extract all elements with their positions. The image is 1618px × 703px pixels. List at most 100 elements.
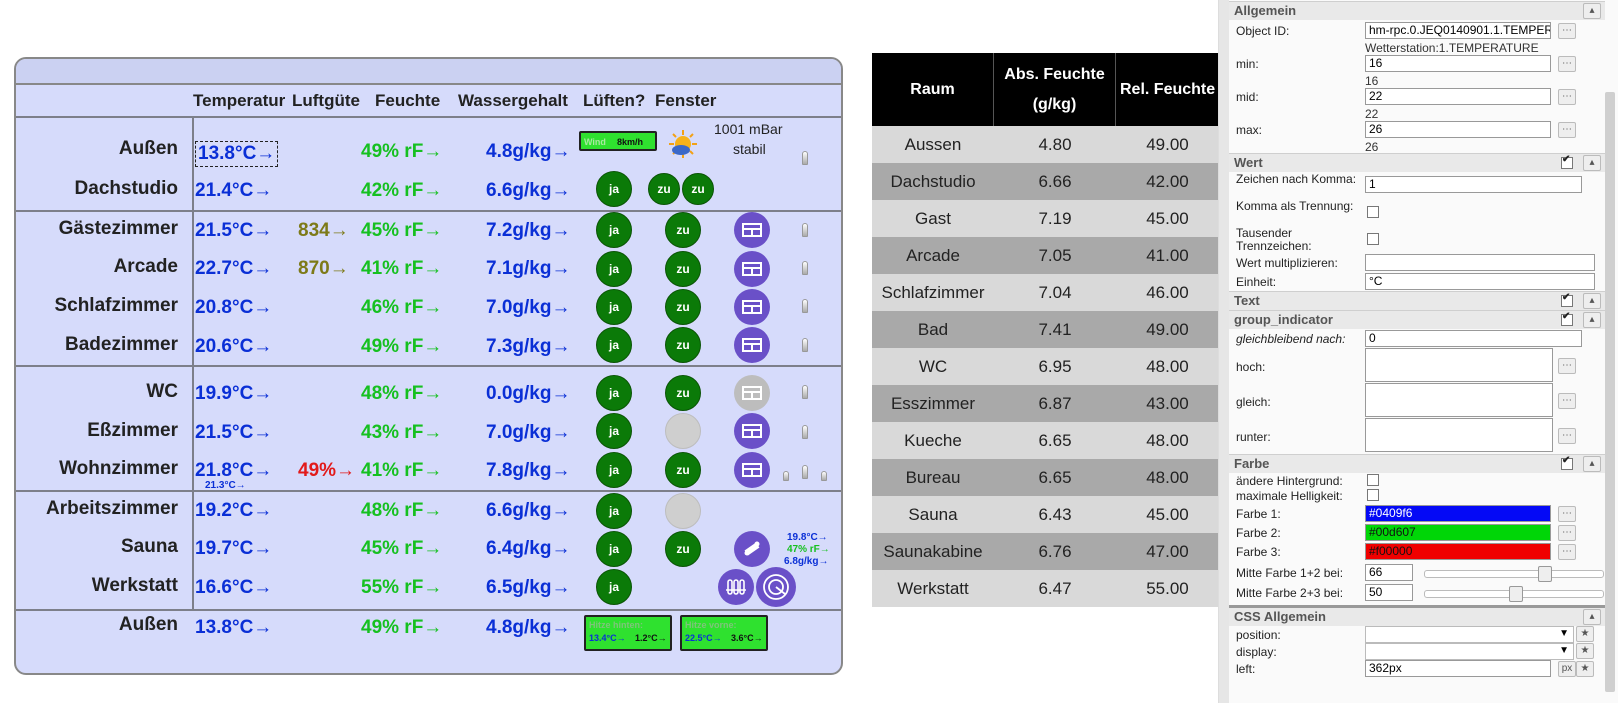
select-object-button[interactable]: ⋯ xyxy=(1558,23,1576,39)
gauge-icon[interactable] xyxy=(756,567,796,607)
pressure-value: 1001 mBar xyxy=(714,121,783,137)
lamp-icon[interactable] xyxy=(802,465,808,479)
select-button[interactable]: ⋯ xyxy=(1558,56,1576,72)
room-temperature[interactable]: 13.8°C→ xyxy=(195,141,279,167)
sauna-sensor-icon[interactable] xyxy=(734,531,770,567)
position-select[interactable]: ▼ xyxy=(1365,626,1574,643)
max-brightness-checkbox[interactable] xyxy=(1367,489,1379,501)
mid-input[interactable]: 22 xyxy=(1365,88,1551,105)
object-id-input[interactable]: hm-rpc.0.JEQ0140901.1.TEMPERATURE xyxy=(1365,22,1551,39)
table-header-room: Raum xyxy=(872,53,994,126)
room-water-content: 7.8g/kg→ xyxy=(486,460,571,481)
color2-input[interactable]: #00d607 xyxy=(1365,524,1551,541)
section-text[interactable]: Text ▴ xyxy=(1229,291,1605,310)
window-icon[interactable] xyxy=(734,375,770,411)
table-row: Gast 7.19 45.00 xyxy=(872,200,1219,237)
window-icon[interactable] xyxy=(734,413,770,449)
select-button[interactable]: ⋯ xyxy=(1558,428,1576,444)
window-icon[interactable] xyxy=(734,212,770,248)
section-allgemein[interactable]: Allgemein ▴ xyxy=(1229,1,1605,20)
table-row: WC 6.95 48.00 xyxy=(872,348,1219,385)
collapse-icon[interactable]: ▴ xyxy=(1583,312,1601,328)
window-state-indicator: zu xyxy=(665,289,701,325)
left-label: left: xyxy=(1236,662,1256,676)
unit-toggle-button[interactable]: px xyxy=(1558,661,1576,677)
star-icon[interactable]: ★ xyxy=(1576,661,1594,677)
slider-handle[interactable] xyxy=(1538,566,1552,582)
multiply-input[interactable] xyxy=(1365,254,1595,271)
ventilate-indicator: ja xyxy=(596,531,632,567)
lamp-icon[interactable] xyxy=(821,471,827,481)
left-input[interactable]: 362px xyxy=(1365,660,1551,677)
lamp-icon[interactable] xyxy=(783,471,789,481)
window-state-indicator: zu xyxy=(682,173,714,205)
decimals-input[interactable]: 1 xyxy=(1365,176,1582,193)
max-input[interactable]: 26 xyxy=(1365,121,1551,138)
cell-abs-humidity: 6.95 xyxy=(1038,357,1072,376)
window-state-indicator: zu xyxy=(665,452,701,488)
thousands-checkbox[interactable] xyxy=(1367,233,1379,245)
ventilate-indicator: ja xyxy=(596,375,632,411)
collapse-icon[interactable]: ▴ xyxy=(1583,3,1601,19)
select-button[interactable]: ⋯ xyxy=(1558,122,1576,138)
table-row: Werkstatt 6.47 55.00 xyxy=(872,570,1219,607)
down-textarea[interactable] xyxy=(1365,418,1553,452)
section-farbe[interactable]: Farbe ▴ xyxy=(1229,454,1605,473)
section-enabled-checkbox[interactable] xyxy=(1561,154,1573,169)
select-button[interactable]: ⋯ xyxy=(1558,358,1576,374)
section-wert[interactable]: Wert ▴ xyxy=(1229,153,1605,172)
color-picker-button[interactable]: ⋯ xyxy=(1558,544,1576,560)
change-bg-checkbox[interactable] xyxy=(1367,474,1379,486)
min-input[interactable]: 16 xyxy=(1365,55,1551,72)
slider-handle[interactable] xyxy=(1509,586,1523,602)
color-picker-button[interactable]: ⋯ xyxy=(1558,525,1576,541)
lamp-icon[interactable] xyxy=(802,261,808,275)
window-icon[interactable] xyxy=(734,251,770,287)
collapse-icon[interactable]: ▴ xyxy=(1583,293,1601,309)
min-sub: 16 xyxy=(1365,74,1379,88)
section-group-indicator[interactable]: group_indicator ▴ xyxy=(1229,310,1605,329)
comma-checkbox[interactable] xyxy=(1367,206,1379,218)
ventilate-indicator: ja xyxy=(596,413,632,449)
color1-input[interactable]: #0409f6 xyxy=(1365,505,1551,522)
mid12-slider[interactable] xyxy=(1424,566,1604,582)
up-textarea[interactable] xyxy=(1365,348,1553,382)
section-enabled-checkbox[interactable] xyxy=(1561,311,1573,326)
window-icon[interactable] xyxy=(734,327,770,363)
display-select[interactable]: ▼ xyxy=(1365,643,1574,660)
section-enabled-checkbox[interactable] xyxy=(1561,455,1573,470)
collapse-icon[interactable]: ▴ xyxy=(1583,456,1601,472)
star-icon[interactable]: ★ xyxy=(1576,626,1594,642)
scrollbar[interactable] xyxy=(1605,92,1615,692)
lamp-icon[interactable] xyxy=(802,299,808,313)
star-icon[interactable]: ★ xyxy=(1576,643,1594,659)
color1-label: Farbe 1: xyxy=(1236,507,1281,521)
header-ventilate: Lüften? xyxy=(583,91,646,110)
collapse-icon[interactable]: ▴ xyxy=(1583,609,1601,625)
radiator-icon[interactable] xyxy=(718,569,754,605)
section-css[interactable]: CSS Allgemein ▴ xyxy=(1229,605,1605,626)
unit-input[interactable]: °C xyxy=(1365,273,1595,290)
lamp-icon[interactable] xyxy=(802,151,808,165)
cell-rel-humidity: 45.00 xyxy=(1146,505,1189,524)
color-picker-button[interactable]: ⋯ xyxy=(1558,506,1576,522)
window-icon[interactable] xyxy=(734,289,770,325)
lamp-icon[interactable] xyxy=(802,385,808,399)
table-row: Bad 7.41 49.00 xyxy=(872,311,1219,348)
window-icon[interactable] xyxy=(734,452,770,488)
select-button[interactable]: ⋯ xyxy=(1558,89,1576,105)
mid12-input[interactable]: 66 xyxy=(1365,564,1413,581)
section-enabled-checkbox[interactable] xyxy=(1561,292,1573,307)
lamp-icon[interactable] xyxy=(802,223,808,237)
collapse-icon[interactable]: ▴ xyxy=(1583,155,1601,171)
mid23-slider[interactable] xyxy=(1424,586,1604,602)
lamp-icon[interactable] xyxy=(802,425,808,439)
same-textarea[interactable] xyxy=(1365,383,1553,417)
constant-after-input[interactable]: 0 xyxy=(1365,330,1582,347)
mid23-input[interactable]: 50 xyxy=(1365,584,1413,601)
color3-input[interactable]: #f00000 xyxy=(1365,543,1551,560)
select-button[interactable]: ⋯ xyxy=(1558,393,1576,409)
divider xyxy=(16,210,841,212)
lamp-icon[interactable] xyxy=(802,338,808,352)
room-name: Außen xyxy=(118,614,178,635)
